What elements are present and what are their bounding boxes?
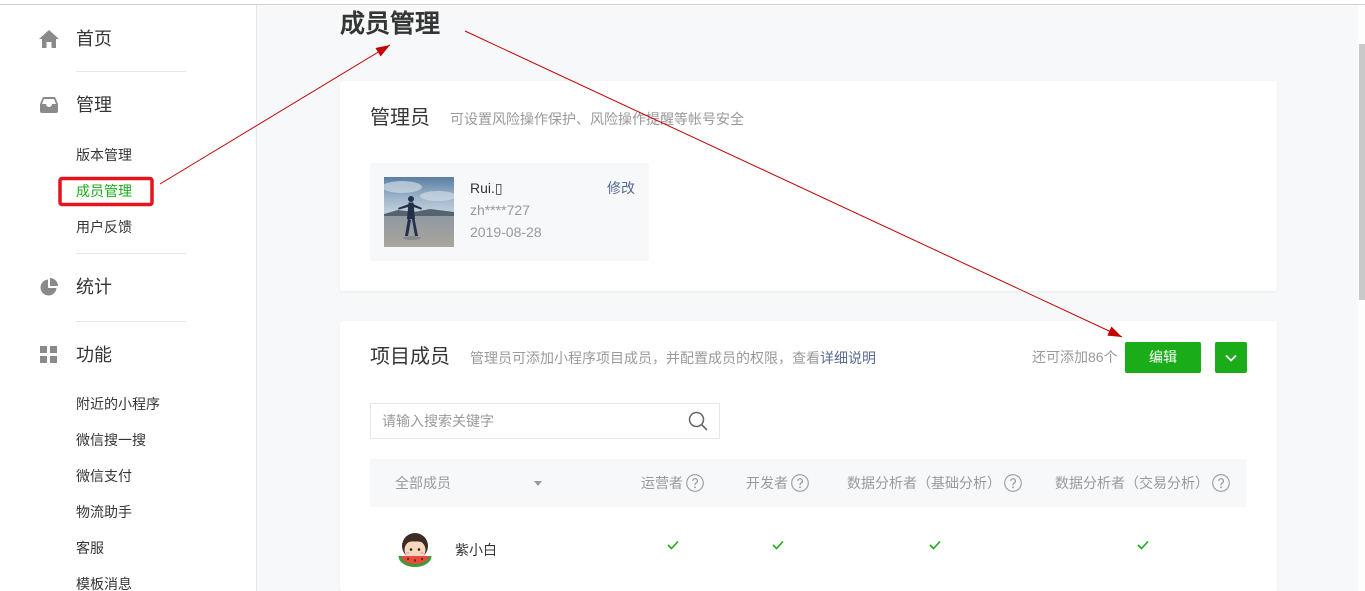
column-analyst-basic: 数据分析者（基础分析） bbox=[847, 474, 1022, 492]
detail-link[interactable]: 详细说明 bbox=[820, 350, 876, 366]
members-description-text: 管理员可添加小程序项目成员，并配置成员的权限，查看 bbox=[470, 350, 820, 366]
member-filter[interactable]: 全部成员 bbox=[395, 474, 451, 492]
pie-chart-icon[interactable] bbox=[38, 276, 60, 298]
sidebar-item-user-feedback[interactable]: 用户反馈 bbox=[76, 218, 132, 236]
admin-bind-date: 2019-08-28 bbox=[470, 224, 542, 240]
sidebar-item-logistics-assistant[interactable]: 物流助手 bbox=[76, 503, 132, 521]
member-filter-label: 全部成员 bbox=[395, 475, 451, 491]
edit-members-button[interactable]: 编辑 bbox=[1125, 342, 1201, 373]
member-name: 紫小白 bbox=[455, 542, 497, 558]
sidebar-item-version-management[interactable]: 版本管理 bbox=[76, 146, 132, 164]
column-analyst-trade-label: 数据分析者（交易分析） bbox=[1055, 475, 1209, 491]
sidebar-item-nearby-miniprogram[interactable]: 附近的小程序 bbox=[76, 395, 160, 413]
grid-icon bbox=[38, 344, 60, 366]
column-operator-label: 运营者 bbox=[641, 475, 683, 491]
member-search bbox=[370, 403, 720, 439]
members-table-header: 全部成员 运营者 开发者 数据分析者（基础分析） 数据分析者（交易分析） bbox=[370, 459, 1247, 507]
main-content: 成员管理 管理员 可设置风险操作保护、风险操作提醒等帐号安全 Rui.▯ 修改 … bbox=[257, 0, 1358, 591]
sidebar-divider bbox=[76, 71, 186, 72]
help-icon[interactable] bbox=[791, 474, 809, 492]
admin-card-description: 可设置风险操作保护、风险操作提醒等帐号安全 bbox=[450, 111, 744, 127]
more-actions-button[interactable] bbox=[1215, 342, 1247, 373]
admin-account: zh****727 bbox=[470, 202, 530, 218]
sidebar-item-customer-service[interactable]: 客服 bbox=[76, 539, 104, 557]
check-icon bbox=[772, 540, 784, 550]
sidebar-item-wechat-search[interactable]: 微信搜一搜 bbox=[76, 431, 146, 449]
vertical-scrollbar[interactable] bbox=[1358, 5, 1365, 591]
sidebar-item-template-message[interactable]: 模板消息 bbox=[76, 575, 132, 591]
member-search-input[interactable] bbox=[371, 404, 681, 438]
column-developer: 开发者 bbox=[746, 474, 809, 492]
search-icon[interactable] bbox=[688, 411, 708, 431]
window-top-border bbox=[0, 4, 1365, 5]
admin-name: Rui.▯ bbox=[470, 180, 503, 196]
admin-avatar bbox=[384, 177, 454, 247]
sidebar: 首页 管理 版本管理 成员管理 用户反馈 统计 功能 附近的小程序 微信搜一搜 … bbox=[0, 0, 257, 591]
column-analyst-trade: 数据分析者（交易分析） bbox=[1055, 474, 1230, 492]
inbox-icon bbox=[38, 94, 60, 116]
check-icon bbox=[1137, 540, 1149, 550]
sidebar-item-statistics[interactable]: 统计 bbox=[76, 276, 112, 298]
admin-card-title: 管理员 bbox=[370, 107, 430, 129]
sidebar-section-manage: 管理 bbox=[76, 95, 112, 115]
column-developer-label: 开发者 bbox=[746, 475, 788, 491]
admin-profile: Rui.▯ 修改 zh****727 2019-08-28 bbox=[370, 163, 649, 261]
column-operator: 运营者 bbox=[641, 474, 704, 492]
help-icon[interactable] bbox=[686, 474, 704, 492]
sidebar-section-features: 功能 bbox=[76, 345, 112, 365]
help-icon[interactable] bbox=[1004, 474, 1022, 492]
sidebar-item-member-management[interactable]: 成员管理 bbox=[76, 182, 132, 200]
sidebar-divider bbox=[76, 253, 186, 254]
check-icon bbox=[667, 540, 679, 550]
admin-card: 管理员 可设置风险操作保护、风险操作提醒等帐号安全 Rui.▯ 修改 zh***… bbox=[340, 81, 1277, 291]
help-icon[interactable] bbox=[1212, 474, 1230, 492]
scrollbar-thumb[interactable] bbox=[1359, 44, 1365, 300]
remaining-quota: 还可添加86个 bbox=[1032, 349, 1118, 365]
check-icon bbox=[929, 540, 941, 550]
sidebar-item-wechat-pay[interactable]: 微信支付 bbox=[76, 467, 132, 485]
members-card-description: 管理员可添加小程序项目成员，并配置成员的权限，查看详细说明 bbox=[470, 349, 876, 367]
home-icon[interactable] bbox=[38, 28, 60, 50]
sidebar-item-home[interactable]: 首页 bbox=[76, 28, 112, 50]
members-card-title: 项目成员 bbox=[370, 346, 450, 368]
members-card: 项目成员 管理员可添加小程序项目成员，并配置成员的权限，查看详细说明 还可添加8… bbox=[340, 321, 1277, 591]
page-title: 成员管理 bbox=[340, 10, 441, 38]
caret-down-icon[interactable] bbox=[534, 481, 542, 486]
admin-edit-link[interactable]: 修改 bbox=[607, 179, 635, 197]
chevron-down-icon bbox=[1225, 354, 1237, 362]
sidebar-divider bbox=[76, 321, 186, 322]
avatar bbox=[393, 527, 437, 571]
column-analyst-basic-label: 数据分析者（基础分析） bbox=[847, 475, 1001, 491]
